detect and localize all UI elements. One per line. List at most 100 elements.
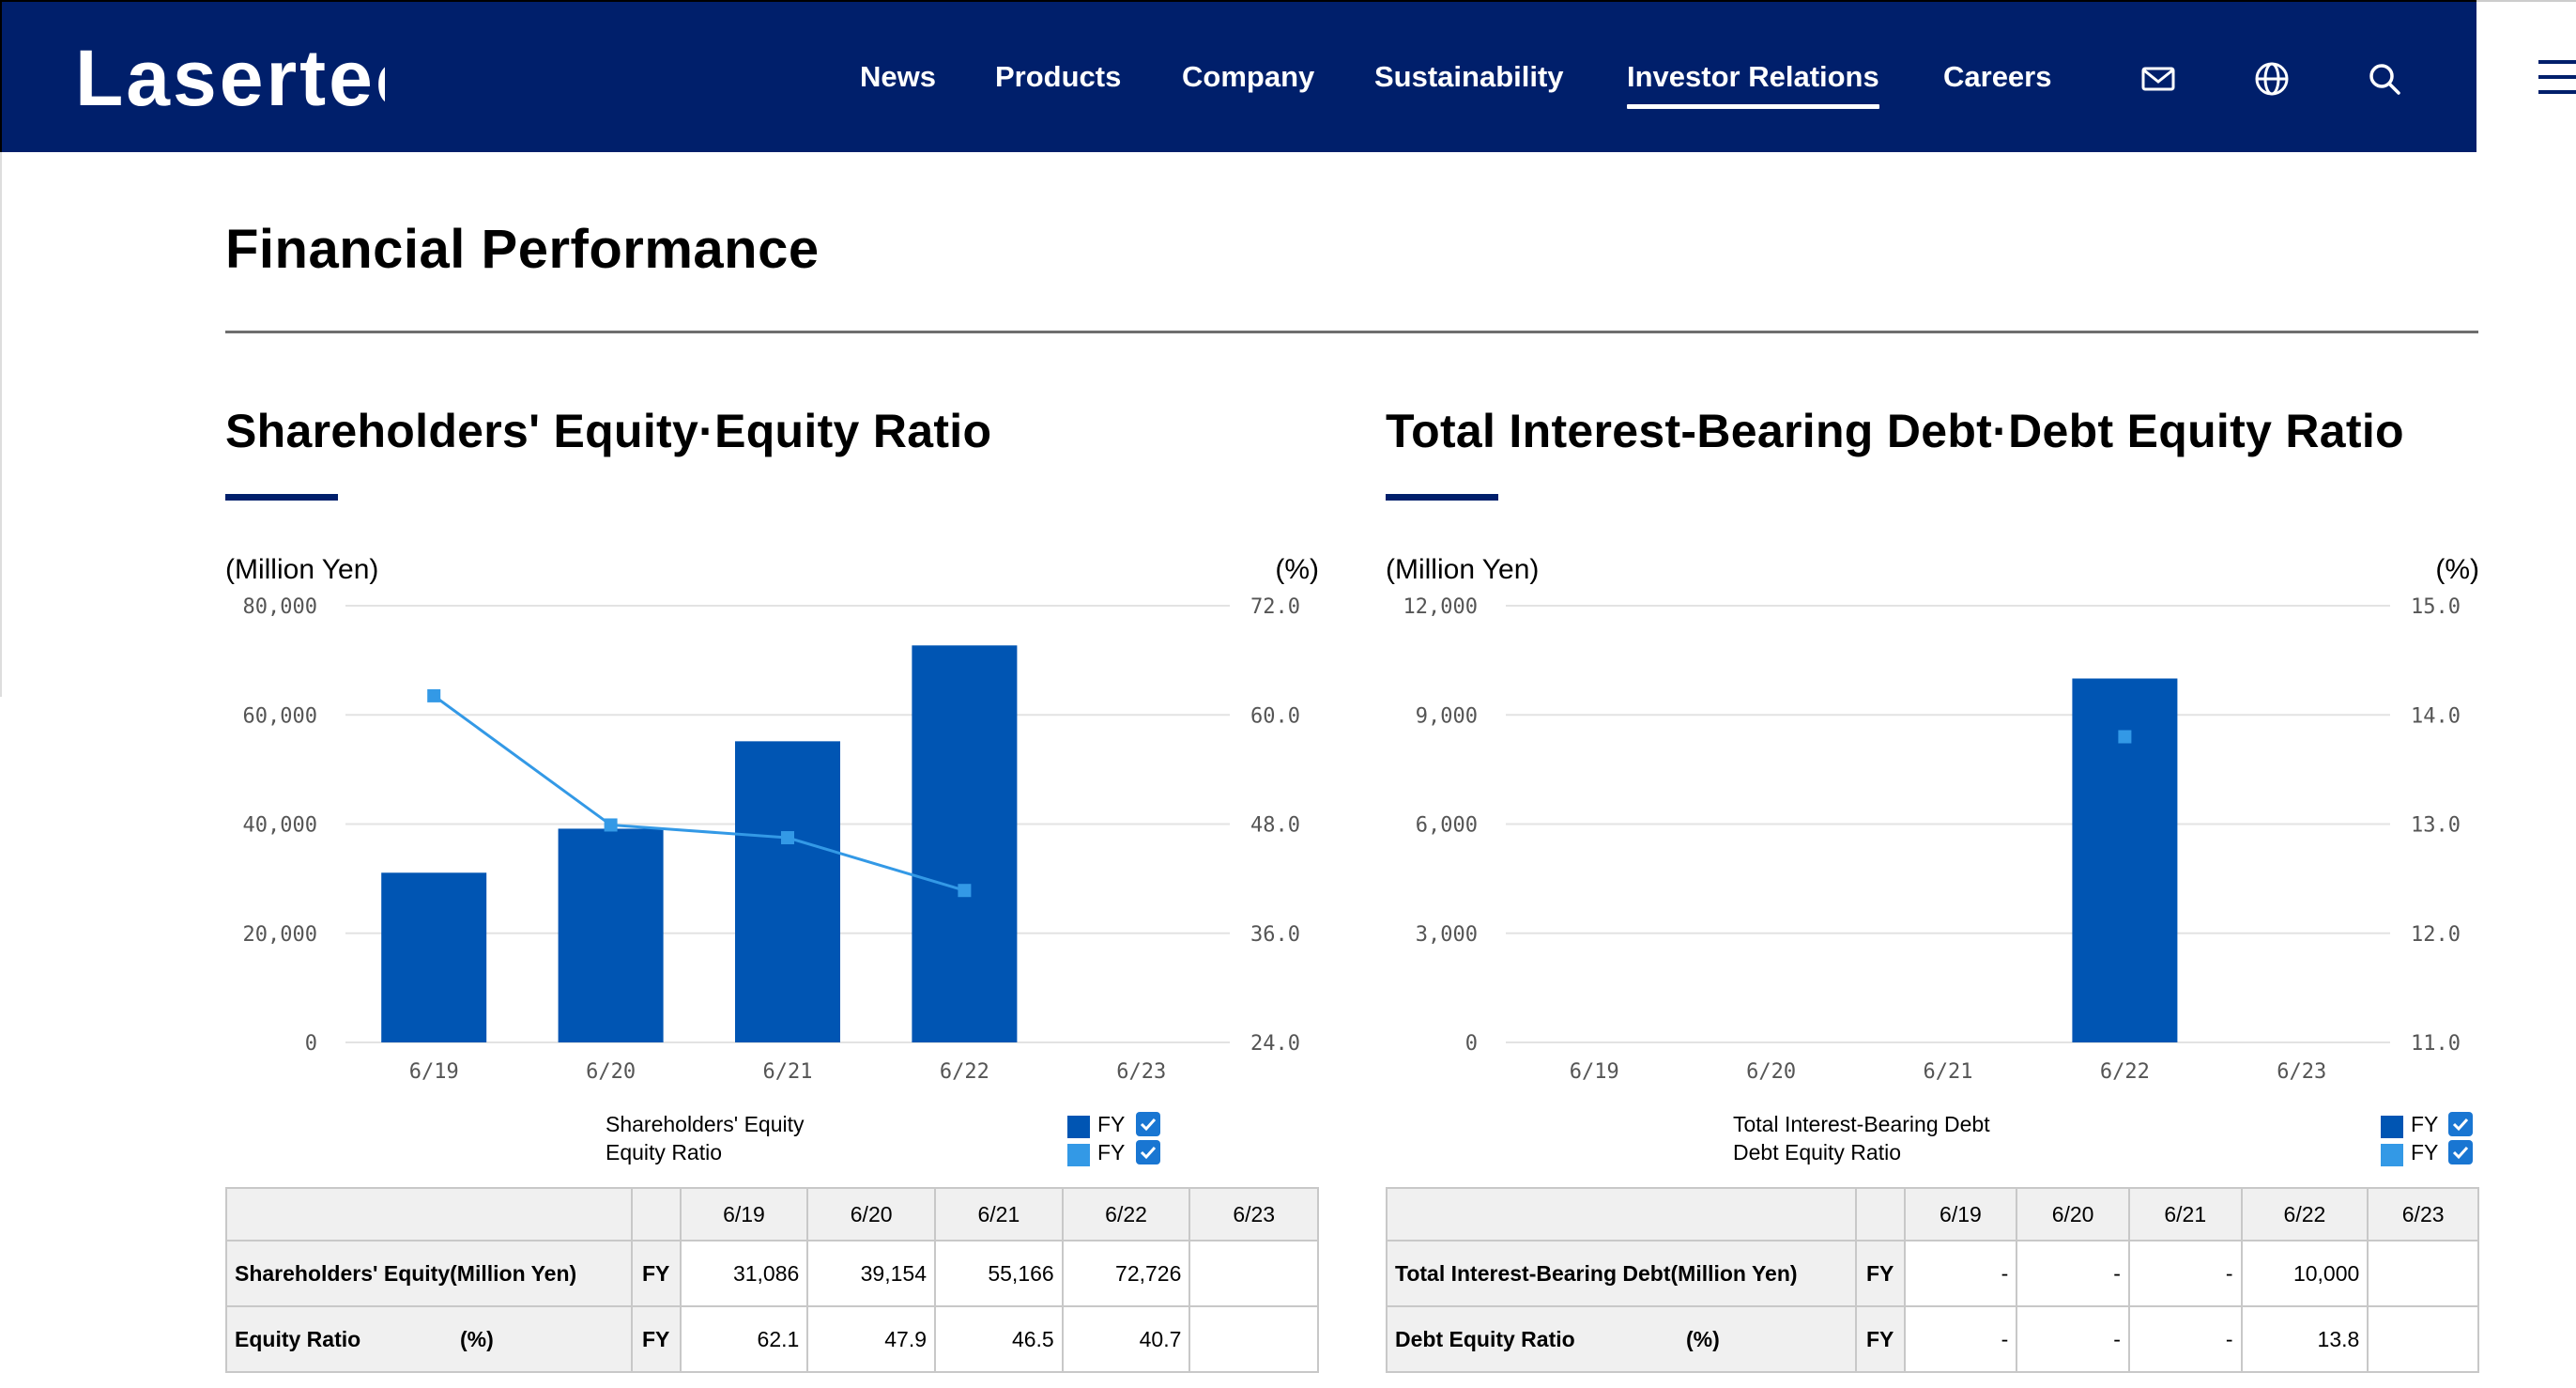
legend-period: FY	[1097, 1140, 1126, 1164]
hamburger-menu-icon[interactable]	[2535, 56, 2576, 98]
legend-checkbox[interactable]	[2448, 1140, 2473, 1164]
row-period: FY	[1854, 1240, 1906, 1307]
table-row: Total Interest-Bearing Debt(Million Yen)…	[1386, 1240, 2479, 1307]
y-left-tick-label: 6,000	[1416, 814, 1478, 838]
legend-swatch	[2381, 1144, 2403, 1166]
table-header-cell	[1386, 1187, 1857, 1241]
equity-chart: 0 20,000 40,000 60,000 80,000 24.0 36.0 48.0 60.…	[243, 595, 1300, 1084]
legend-period: FY	[1097, 1112, 1126, 1136]
y-right-tick-label: 72.0	[1250, 595, 1300, 619]
y-left-tick-label: 40,000	[243, 814, 317, 838]
table-cell: -	[1903, 1240, 2018, 1307]
right-axis-unit: (%)	[1275, 554, 1319, 585]
table-cell: -	[2016, 1240, 2130, 1307]
table-cell: -	[2016, 1305, 2130, 1373]
y-left-tick-label: 0	[305, 1032, 317, 1056]
x-tick-label: 6/22	[2100, 1060, 2150, 1084]
table-header-cell: 6/23	[2367, 1187, 2479, 1241]
bar	[735, 741, 840, 1042]
legend-checkbox[interactable]	[1136, 1140, 1160, 1164]
y-left-tick-label: 80,000	[243, 595, 317, 619]
row-label-text: Equity Ratio	[235, 1326, 361, 1351]
y-right-tick-label: 11.0	[2411, 1032, 2461, 1056]
page-left-border	[0, 152, 2, 697]
table-cell: -	[1903, 1305, 2018, 1373]
table-header-cell	[1854, 1187, 1906, 1241]
line-point	[604, 818, 618, 832]
y-left-tick-label: 9,000	[1416, 704, 1478, 728]
table-cell	[1188, 1305, 1319, 1373]
row-label-text: Shareholders' Equity(Million Yen)	[235, 1260, 577, 1286]
table-header-cell: 6/23	[1188, 1187, 1319, 1241]
legend-checkbox[interactable]	[2448, 1112, 2473, 1136]
table-cell: 10,000	[2240, 1240, 2369, 1307]
table-header-row: 6/19 6/20 6/21 6/22 6/23	[1386, 1187, 2479, 1241]
y-left-tick-label: 3,000	[1416, 923, 1478, 947]
line-point	[781, 831, 794, 845]
legend-swatch	[1067, 1116, 1090, 1138]
table-header-cell: 6/22	[2240, 1187, 2369, 1241]
legend-label: Total Interest-Bearing Debt	[1733, 1112, 1990, 1136]
legend-period: FY	[2411, 1112, 2439, 1136]
bar	[912, 645, 1018, 1042]
row-period: FY	[1854, 1305, 1906, 1373]
table-cell	[2367, 1240, 2479, 1307]
y-left-tick-label: 60,000	[243, 704, 317, 728]
left-axis-unit: (Million Yen)	[225, 554, 379, 585]
legend-checkbox[interactable]	[1136, 1112, 1160, 1136]
section-accent-bar	[225, 494, 338, 501]
row-unit: (%)	[460, 1326, 494, 1351]
y-right-tick-label: 48.0	[1250, 814, 1300, 838]
table-header-cell	[630, 1187, 682, 1241]
y-left-tick-label: 12,000	[1403, 595, 1478, 619]
table-header-cell	[225, 1187, 633, 1241]
y-right-tick-label: 24.0	[1250, 1032, 1300, 1056]
table-cell: 55,166	[934, 1240, 1064, 1307]
y-left-tick-label: 0	[1465, 1032, 1478, 1056]
legend-swatch	[1067, 1144, 1090, 1166]
table-cell: 47.9	[806, 1305, 936, 1373]
table-header-cell: 6/19	[1903, 1187, 2018, 1241]
y-right-tick-label: 15.0	[2411, 595, 2461, 619]
row-period: FY	[630, 1240, 682, 1307]
x-tick-label: 6/20	[1746, 1060, 1796, 1084]
x-tick-label: 6/20	[586, 1060, 636, 1084]
table-cell: 40.7	[1061, 1305, 1191, 1373]
y-right-tick-label: 60.0	[1250, 704, 1300, 728]
row-unit: (%)	[1686, 1326, 1720, 1351]
table-header-cell: 6/19	[679, 1187, 809, 1241]
x-tick-label: 6/19	[409, 1060, 459, 1084]
legend-label: Debt Equity Ratio	[1733, 1140, 1901, 1164]
table-header-cell: 6/20	[806, 1187, 936, 1241]
menu-button[interactable]	[2476, 0, 2576, 152]
x-tick-label: 6/23	[2277, 1060, 2326, 1084]
y-right-tick-label: 13.0	[2411, 814, 2461, 838]
table-header-row: 6/19 6/20 6/21 6/22 6/23	[225, 1187, 1319, 1241]
line-point	[958, 884, 972, 898]
table-header-cell: 6/21	[934, 1187, 1064, 1241]
x-tick-label: 6/21	[763, 1060, 813, 1084]
table-header-cell: 6/20	[2016, 1187, 2130, 1241]
row-period: FY	[630, 1305, 682, 1373]
debt-section: Total Interest-Bearing Debt·Debt Equity …	[1386, 0, 2479, 1388]
left-axis-unit: (Million Yen)	[1386, 554, 1540, 585]
line-point	[427, 688, 441, 702]
bar	[381, 872, 487, 1042]
row-label-text: Debt Equity Ratio	[1395, 1326, 1575, 1351]
row-label: Total Interest-Bearing Debt(Million Yen)	[1386, 1240, 1857, 1307]
table-cell	[1188, 1240, 1319, 1307]
line-point	[2118, 730, 2132, 744]
row-label: Debt Equity Ratio (%)	[1386, 1305, 1857, 1373]
legend-label: Shareholders' Equity	[606, 1112, 805, 1136]
table-header-cell: 6/21	[2127, 1187, 2243, 1241]
row-label: Shareholders' Equity(Million Yen)	[225, 1240, 633, 1307]
data-table: 6/19 6/20 6/21 6/22 6/23 Total Interest-…	[1386, 1187, 2479, 1373]
table-row: Shareholders' Equity(Million Yen) FY 31,…	[225, 1240, 1319, 1307]
legend-swatch	[2381, 1116, 2403, 1138]
data-table: 6/19 6/20 6/21 6/22 6/23 Shareholders' E…	[225, 1187, 1319, 1373]
table-cell: 13.8	[2240, 1305, 2369, 1373]
legend-period: FY	[2411, 1140, 2439, 1164]
y-right-tick-label: 12.0	[2411, 923, 2461, 947]
table-cell	[2367, 1305, 2479, 1373]
table-header-cell: 6/22	[1061, 1187, 1191, 1241]
